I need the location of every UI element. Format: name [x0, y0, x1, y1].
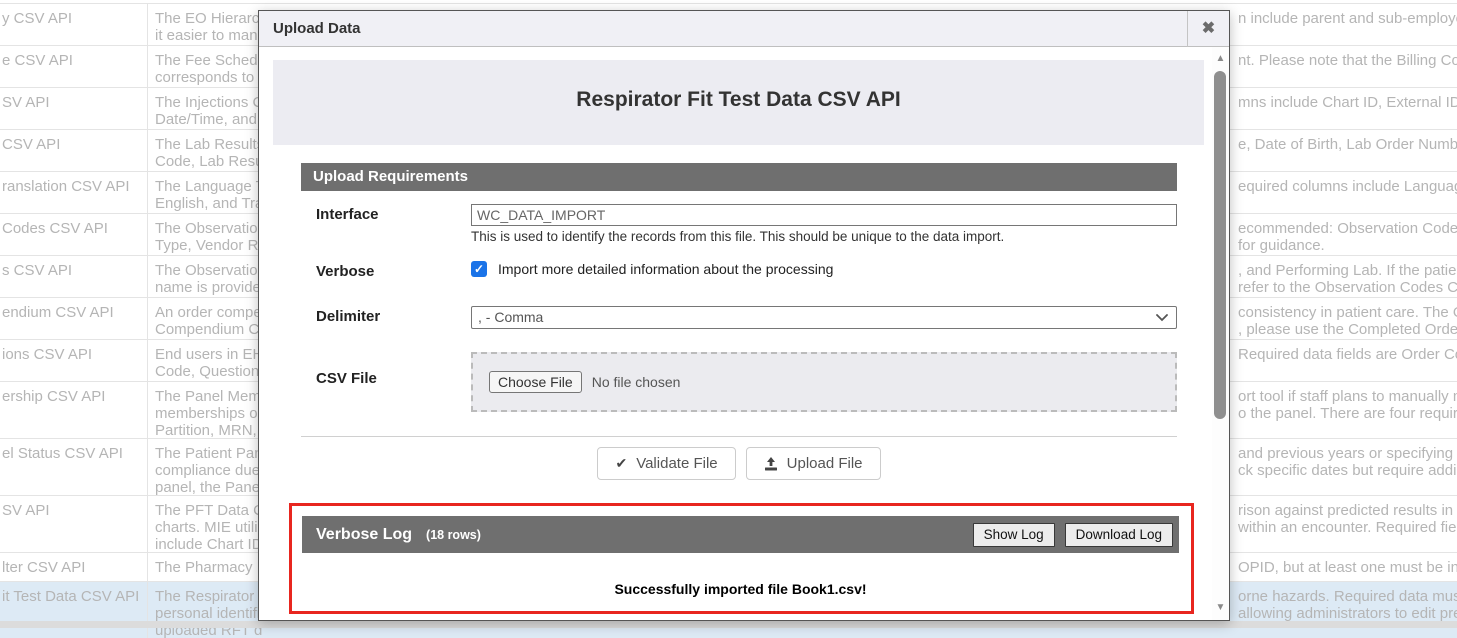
api-name-cell: lter CSV API	[0, 553, 148, 581]
api-name-cell: endium CSV API	[0, 298, 148, 339]
close-icon[interactable]: ✖	[1187, 11, 1229, 47]
api-name-cell: e CSV API	[0, 46, 148, 87]
csv-file-row: CSV File Choose File No file chosen	[301, 352, 1177, 412]
verbose-label: Verbose	[301, 261, 471, 280]
upload-requirements-header: Upload Requirements	[301, 163, 1177, 191]
choose-file-button[interactable]: Choose File	[489, 371, 582, 393]
api-name-cell: s CSV API	[0, 256, 148, 297]
api-name-cell: ranslation CSV API	[0, 172, 148, 213]
api-name-cell: ership CSV API	[0, 382, 148, 438]
verbose-log-title: Verbose Log	[316, 526, 412, 544]
interface-label: Interface	[301, 204, 471, 223]
api-name-cell: Codes CSV API	[0, 214, 148, 255]
verbose-checkbox[interactable]: ✓	[471, 261, 487, 277]
title-band: Respirator Fit Test Data CSV API	[273, 60, 1204, 145]
upload-file-label: Upload File	[787, 455, 863, 472]
file-chosen-status: No file chosen	[592, 374, 681, 390]
modal-header: Upload Data ✖	[259, 11, 1229, 47]
import-success-message: Successfully imported file Book1.csv!	[302, 581, 1179, 597]
api-name-cell: it Test Data CSV API	[0, 582, 148, 638]
action-buttons: ✔ Validate File Upload File	[301, 447, 1177, 480]
delimiter-select[interactable]: , - Comma	[471, 306, 1177, 329]
delimiter-selected-value: , - Comma	[478, 309, 543, 325]
interface-row: Interface This is used to identify the r…	[301, 204, 1177, 244]
chevron-down-icon	[1156, 314, 1168, 322]
modal-body: Respirator Fit Test Data CSV API Upload …	[259, 47, 1229, 620]
scroll-down-icon[interactable]: ▼	[1212, 600, 1229, 616]
api-name-cell: SV API	[0, 88, 148, 129]
delimiter-row: Delimiter , - Comma	[301, 306, 1177, 329]
page-bottom-bar	[0, 621, 1457, 628]
api-name-cell: CSV API	[0, 130, 148, 171]
interface-help: This is used to identify the records fro…	[471, 229, 1177, 244]
verbose-row: Verbose ✓ Import more detailed informati…	[301, 261, 1177, 280]
verbose-log-row-count: (18 rows)	[426, 528, 481, 542]
api-name-cell: ions CSV API	[0, 340, 148, 381]
checkmark-icon: ✔	[615, 455, 627, 472]
divider	[301, 436, 1177, 437]
download-log-button[interactable]: Download Log	[1065, 523, 1173, 547]
delimiter-label: Delimiter	[301, 306, 471, 325]
csv-file-label: CSV File	[301, 352, 471, 387]
scrollbar-thumb[interactable]	[1214, 71, 1226, 419]
upload-data-modal: Upload Data ✖ Respirator Fit Test Data C…	[258, 10, 1230, 621]
verbose-log-highlight-box: Verbose Log (18 rows) Show Log Download …	[289, 503, 1194, 614]
upload-file-button[interactable]: Upload File	[746, 447, 881, 480]
verbose-checkbox-label: Import more detailed information about t…	[498, 261, 833, 277]
upload-icon	[764, 457, 778, 471]
scroll-up-icon[interactable]: ▲	[1212, 51, 1229, 67]
file-drop-zone[interactable]: Choose File No file chosen	[471, 352, 1177, 412]
api-name-cell: el Status CSV API	[0, 439, 148, 495]
api-name-cell: SV API	[0, 496, 148, 552]
show-log-button[interactable]: Show Log	[973, 523, 1055, 547]
modal-title: Upload Data	[259, 11, 1229, 47]
verbose-log-header: Verbose Log (18 rows) Show Log Download …	[302, 516, 1179, 553]
api-heading: Respirator Fit Test Data CSV API	[273, 60, 1204, 112]
modal-scrollbar[interactable]: ▲ ▼	[1212, 47, 1229, 620]
api-name-cell: y CSV API	[0, 4, 148, 45]
validate-file-button[interactable]: ✔ Validate File	[597, 447, 735, 480]
interface-input[interactable]	[471, 204, 1177, 226]
validate-file-label: Validate File	[636, 455, 717, 472]
